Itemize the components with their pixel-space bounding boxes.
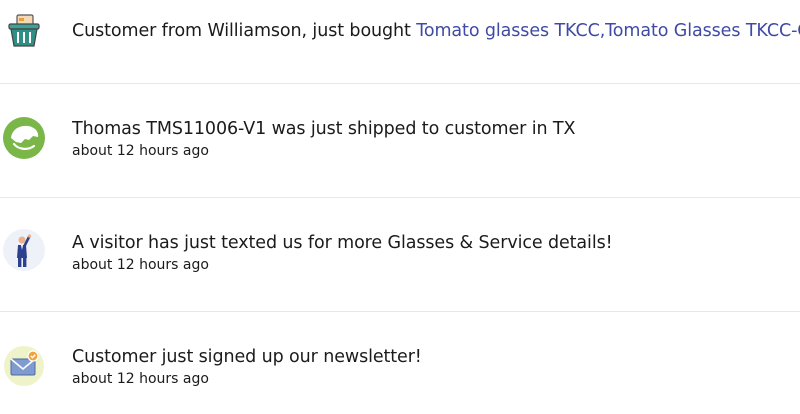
notification-visitor: A visitor has just texted us for more Gl… [0, 198, 800, 311]
notification-timestamp: about 12 hours ago [72, 371, 209, 387]
notification-purchase: Customer from Williamson, just bought To… [0, 0, 800, 83]
shipping-badge-icon [2, 116, 46, 160]
notification-message: Customer just signed up our newsletter! [72, 347, 422, 367]
notification-newsletter: Customer just signed up our newsletter! … [0, 312, 800, 414]
purchase-text: Customer from Williamson, just bought [72, 21, 417, 41]
notification-message: Thomas TMS11006-V1 was just shipped to c… [72, 119, 576, 139]
product-link[interactable]: Tomato glasses TKCC,Tomato Glasses TKCC-… [416, 21, 800, 41]
notification-shipped: Thomas TMS11006-V1 was just shipped to c… [0, 84, 800, 197]
visitor-person-icon [2, 228, 46, 272]
notification-timestamp: about 12 hours ago [72, 143, 209, 159]
notification-timestamp: about 12 hours ago [72, 257, 209, 273]
notification-message: A visitor has just texted us for more Gl… [72, 233, 613, 253]
notification-message: Customer from Williamson, just bought To… [72, 20, 800, 42]
newsletter-envelope-icon [2, 344, 46, 388]
shopping-basket-icon [2, 9, 46, 53]
notification-feed: Customer from Williamson, just bought To… [0, 0, 800, 414]
